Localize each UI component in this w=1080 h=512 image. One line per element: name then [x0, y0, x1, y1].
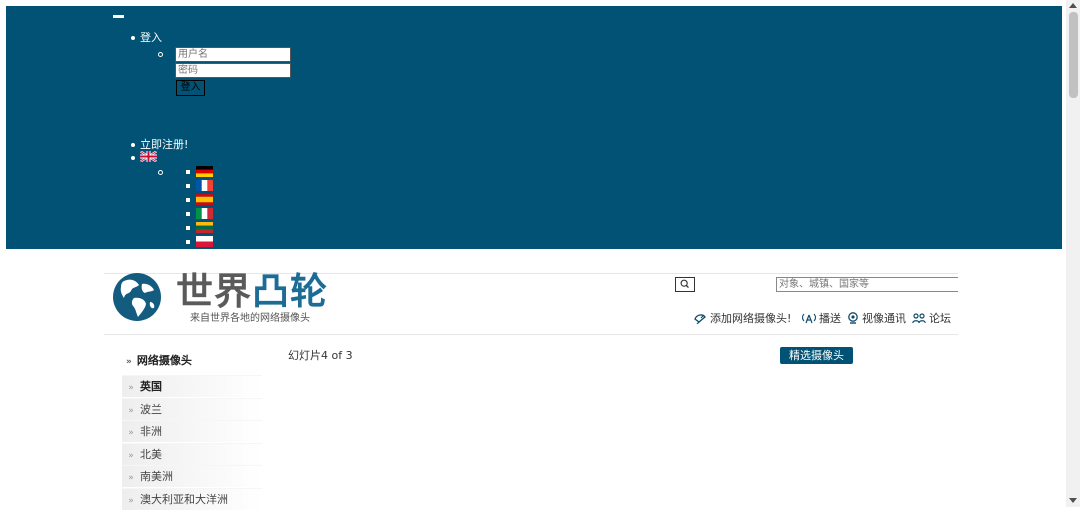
double-chevron-icon: » [126, 357, 132, 367]
spanish-flag-icon[interactable] [196, 194, 213, 205]
nav-broadcast[interactable]: 播送 [802, 310, 841, 326]
lithuanian-flag-icon[interactable] [196, 222, 213, 233]
register-link[interactable]: 立即注册! [140, 138, 188, 151]
search-input[interactable]: 对象、城镇、国家等 [776, 277, 958, 292]
list-bullet [131, 156, 135, 160]
featured-cams-button[interactable]: 精选摄像头 [780, 347, 853, 364]
password-input[interactable]: 密码 [175, 63, 291, 78]
list-bullet [186, 240, 190, 244]
list-bullet [186, 226, 190, 230]
logo-subtitle: 来自世界各地的网络摄像头 [190, 313, 310, 324]
double-chevron-icon: » [128, 383, 134, 393]
search-icon [680, 279, 689, 288]
username-input[interactable]: 用户名 [175, 47, 291, 62]
double-chevron-icon: » [128, 473, 134, 483]
slide-counter: 幻灯片4 of 3 [288, 349, 353, 362]
german-flag-icon[interactable] [196, 166, 213, 177]
double-chevron-icon: » [128, 406, 134, 416]
nav-broadcast-label: 播送 [819, 312, 841, 325]
sidebar-item-label: 南美洲 [140, 470, 173, 483]
sidebar-title-label: 网络摄像头 [136, 354, 192, 367]
uk-flag-icon[interactable] [140, 151, 157, 162]
polish-flag-icon[interactable] [196, 236, 213, 247]
broadcast-icon [802, 313, 816, 324]
site-logo-text[interactable]: 世界凸轮 [176, 270, 328, 314]
sidebar-item-poland[interactable]: » 波兰 [122, 398, 262, 420]
sidebar-item-south-america[interactable]: » 南美洲 [122, 465, 262, 487]
list-bullet [186, 212, 190, 216]
logo-word-2: 凸轮 [252, 270, 328, 313]
sidebar-item-north-america[interactable]: » 北美 [122, 443, 262, 465]
sublist-bullet [158, 52, 163, 57]
page-scrollbar[interactable] [1066, 0, 1080, 507]
login-button[interactable]: 登入 [176, 80, 205, 96]
scroll-down-icon[interactable] [1069, 498, 1077, 503]
nav-add-webcam-label: 添加网络摄像头! [710, 312, 792, 325]
nav-video-chat[interactable]: 视像通讯 [847, 310, 906, 326]
nav-video-chat-label: 视像通讯 [862, 312, 906, 325]
sublist-bullet [158, 170, 163, 175]
sidebar-item-label: 澳大利亚和大洋洲 [140, 493, 228, 506]
scroll-up-icon[interactable] [1069, 3, 1077, 8]
sidebar-item-label: 非洲 [140, 425, 162, 438]
italian-flag-icon[interactable] [196, 208, 213, 219]
sidebar-item-label: 北美 [140, 448, 162, 461]
menu-toggle-icon[interactable] [113, 15, 124, 18]
sidebar-item-label: 英国 [140, 380, 162, 393]
double-chevron-icon: » [128, 451, 134, 461]
french-flag-icon[interactable] [196, 180, 213, 191]
nav-forum-label: 论坛 [929, 312, 951, 325]
sidebar-title: » 网络摄像头 [126, 352, 192, 368]
webcam-icon [848, 312, 858, 324]
header-bottom-divider [104, 334, 958, 335]
list-bullet [131, 143, 135, 147]
sidebar-item-label: 波兰 [140, 403, 162, 416]
list-bullet [186, 184, 190, 188]
list-bullet [186, 198, 190, 202]
top-menu-bar: 登入 用户名 密码 登入 立即注册! [6, 6, 1062, 249]
search-button[interactable] [675, 277, 695, 292]
list-bullet [186, 170, 190, 174]
nav-forum[interactable]: 论坛 [912, 310, 951, 326]
satellite-dish-icon [694, 313, 706, 324]
double-chevron-icon: » [128, 496, 134, 506]
logo-word-1: 世界 [176, 270, 252, 313]
double-chevron-icon: » [128, 428, 134, 438]
globe-logo-icon[interactable] [112, 272, 162, 322]
list-bullet [131, 36, 135, 40]
login-menu-label[interactable]: 登入 [140, 31, 162, 44]
nav-add-webcam[interactable]: 添加网络摄像头! [694, 310, 791, 326]
users-icon [912, 312, 926, 323]
scroll-thumb[interactable] [1069, 12, 1078, 98]
sidebar-item-uk[interactable]: » 英国 [122, 375, 262, 397]
sidebar-item-africa[interactable]: » 非洲 [122, 420, 262, 442]
